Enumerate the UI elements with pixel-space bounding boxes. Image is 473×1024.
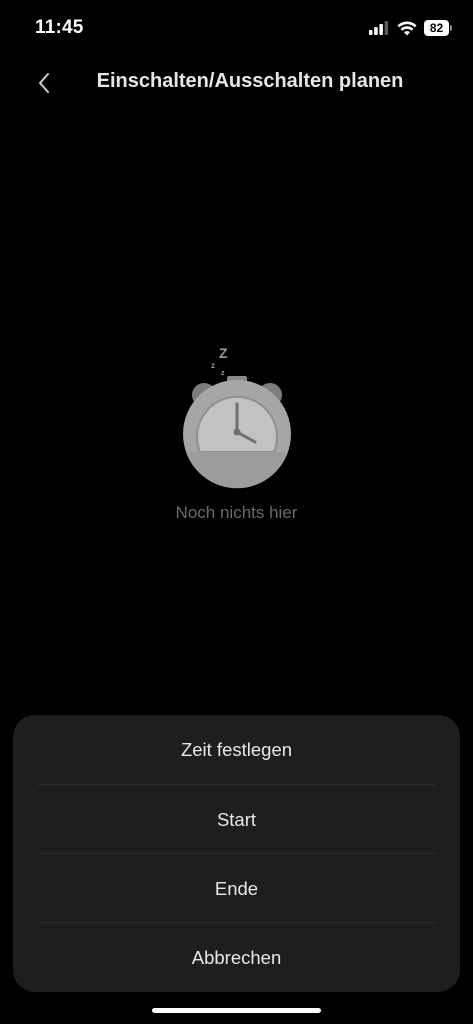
action-sheet: Zeit festlegen Start Ende Abbrechen xyxy=(13,715,460,992)
page-title: Einschalten/Ausschalten planen xyxy=(96,70,404,92)
wifi-icon xyxy=(397,21,417,36)
end-option[interactable]: Ende xyxy=(13,854,460,923)
home-indicator[interactable] xyxy=(152,1008,321,1013)
svg-text:z: z xyxy=(221,370,225,377)
svg-text:z: z xyxy=(211,361,215,370)
cancel-button[interactable]: Abbrechen xyxy=(13,923,460,992)
set-time-option[interactable]: Zeit festlegen xyxy=(13,715,460,784)
sleeping-alarm-clock-icon: Z z z xyxy=(183,345,291,489)
chevron-left-icon xyxy=(39,73,49,93)
cellular-signal-icon xyxy=(369,21,389,35)
back-button[interactable] xyxy=(28,66,62,100)
battery-level: 82 xyxy=(424,20,449,36)
status-bar: 11:45 82 xyxy=(0,0,473,58)
status-time: 11:45 xyxy=(35,17,84,38)
svg-text:Z: Z xyxy=(219,345,228,361)
start-option[interactable]: Start xyxy=(13,785,460,854)
empty-state-message: Noch nichts hier xyxy=(175,503,298,522)
battery-indicator: 82 xyxy=(424,20,453,36)
battery-cap xyxy=(450,25,452,31)
